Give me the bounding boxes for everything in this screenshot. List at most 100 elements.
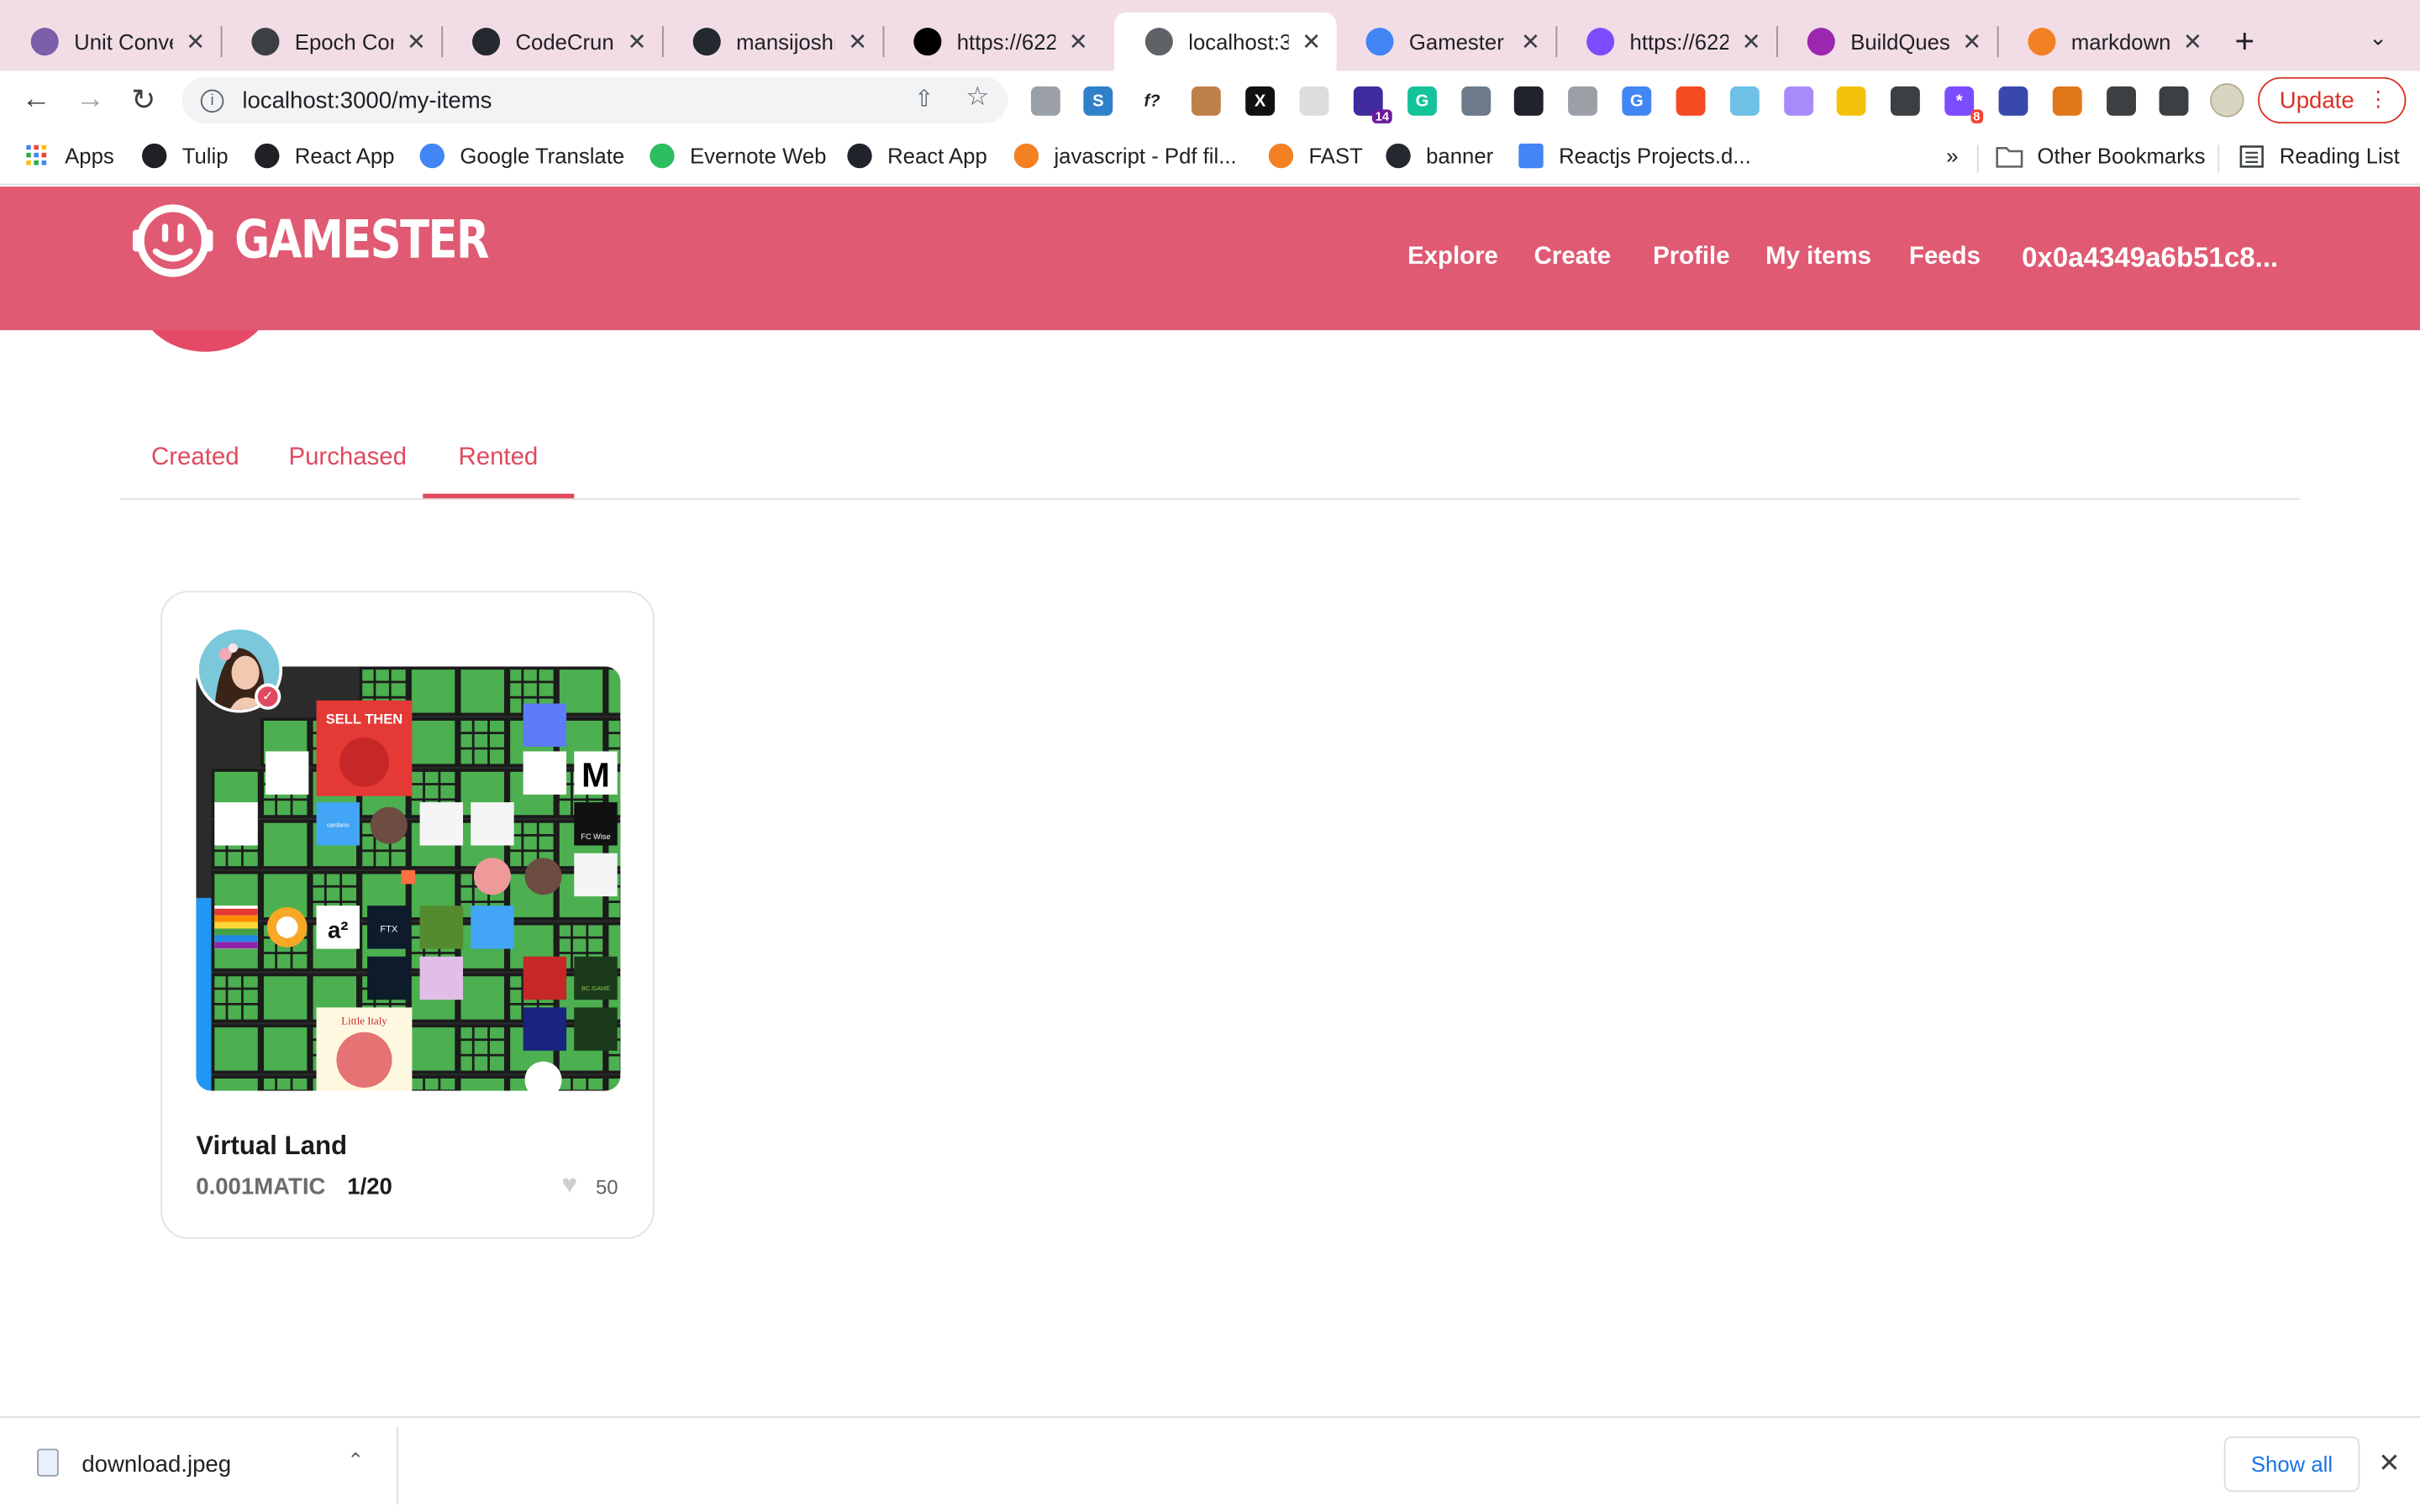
site-logo[interactable]: GAMESTER (129, 201, 544, 281)
x-ext-icon[interactable]: X (1245, 86, 1276, 116)
bc-game-label: BC.GAME (581, 984, 610, 992)
land-parcel (260, 1024, 311, 1074)
lighthouse-ext-icon[interactable] (1676, 86, 1706, 116)
wave-ext-icon[interactable] (1729, 86, 1760, 116)
broom-ext-icon[interactable] (1836, 86, 1866, 116)
tab-purchased[interactable]: Purchased (288, 444, 407, 472)
bookmark-label: React App (887, 143, 987, 169)
browser-tab[interactable]: CodeCrunch ✕ (441, 13, 662, 71)
share-icon[interactable]: ⇧ (914, 85, 934, 113)
item-card[interactable]: SELL THEN M FC Wise cardano a² FTX BC.GAME Litt… (160, 591, 655, 1239)
tab-close-icon[interactable]: ✕ (1521, 28, 1540, 55)
browser-tab[interactable]: Epoch Conv ✕ (221, 13, 442, 71)
heart-icon[interactable]: ♥ (562, 1169, 578, 1200)
edit-ext-icon[interactable] (1890, 86, 1920, 116)
formula-ext-icon[interactable]: f? (1137, 86, 1167, 116)
browser-tab[interactable]: Unit Conver ✕ (0, 13, 221, 71)
map-ext-icon[interactable] (1998, 86, 2028, 116)
bookmark-item[interactable]: Google Translate (419, 143, 624, 169)
nav-feeds[interactable]: Feeds (1909, 244, 1981, 271)
portrait-tile (370, 806, 408, 844)
forward-arrow-icon[interactable]: → (76, 83, 105, 117)
browser-tab[interactable]: https://622 ✕ (883, 13, 1104, 71)
bookmark-star-icon[interactable]: ☆ (965, 81, 989, 113)
tab-close-icon[interactable]: ✕ (1302, 28, 1321, 55)
tab-close-icon[interactable]: ✕ (1069, 28, 1088, 55)
rainbow-stripe (214, 942, 258, 949)
site-info-icon[interactable]: i (200, 88, 224, 113)
item-image[interactable]: SELL THEN M FC Wise cardano a² FTX BC.GAME Litt… (196, 666, 621, 1091)
show-all-downloads-button[interactable]: Show all (2223, 1436, 2360, 1493)
browser-tab[interactable]: BuildQuest ✕ (1776, 13, 1997, 71)
tab-close-icon[interactable]: ✕ (1962, 28, 1981, 55)
hat-ext-icon[interactable]: 14 (1353, 86, 1392, 123)
new-tab-plus-icon[interactable]: + (2235, 22, 2255, 62)
bookmarks-overflow-button[interactable]: » (1946, 144, 1958, 168)
wallet-address[interactable]: 0x0a4349a6b51c8... (2022, 242, 2278, 275)
reload-icon[interactable]: ↻ (131, 83, 155, 118)
bookmark-item[interactable]: Apps (24, 143, 114, 169)
bookmark-item[interactable]: Reactjs Projects.d... (1518, 143, 1751, 169)
browser-tab[interactable]: https://622 ✕ (1555, 13, 1776, 71)
item-title: Virtual Land (196, 1131, 348, 1161)
bookmark-item[interactable]: React App (255, 143, 394, 169)
nav-profile[interactable]: Profile (1653, 244, 1729, 271)
update-button[interactable]: Update ⋮ (2258, 76, 2407, 123)
download-file-name[interactable]: download.jpeg (82, 1452, 231, 1478)
bookmark-item[interactable]: javascript - Pdf fil... (1013, 143, 1237, 169)
land-parcel (260, 973, 311, 1023)
browser-tab[interactable]: localhost:3 ✕ (1114, 12, 1337, 71)
bookmark-item[interactable]: Evernote Web (650, 143, 827, 169)
browser-tab[interactable]: mansijoshi1 ✕ (662, 13, 883, 71)
translate-ext-icon[interactable]: G (1622, 86, 1652, 116)
globe-ext-icon[interactable] (1030, 86, 1060, 116)
nav-create[interactable]: Create (1534, 244, 1611, 271)
nav-my-items[interactable]: My items (1765, 244, 1871, 271)
media-ext-icon[interactable] (2159, 86, 2189, 116)
tab-close-icon[interactable]: ✕ (186, 28, 205, 55)
tab-close-icon[interactable]: ✕ (2183, 28, 2202, 55)
ruler-ext-icon[interactable] (1191, 86, 1221, 116)
tab-close-icon[interactable]: ✕ (848, 28, 867, 55)
image-file-icon (37, 1448, 59, 1477)
bookmark-item[interactable]: banner (1386, 143, 1493, 169)
puzzle-ext-icon[interactable] (2107, 86, 2136, 116)
profile-avatar[interactable] (2210, 83, 2244, 118)
ring-ext-icon[interactable] (1299, 86, 1329, 116)
dropper-ext-icon[interactable] (1461, 86, 1491, 116)
nav-explore[interactable]: Explore (1407, 244, 1498, 271)
tab-close-icon[interactable]: ✕ (1742, 28, 1761, 55)
metamask-ext-icon[interactable] (2052, 86, 2082, 116)
asterisk-ext-icon[interactable]: * 8 (1944, 86, 1984, 123)
browser-tab[interactable]: Gamester - ✕ (1335, 13, 1556, 71)
browser-tab[interactable]: markdown - ✕ (1997, 13, 2218, 71)
land-parcel (260, 1075, 311, 1091)
bookmark-item[interactable]: FAST (1268, 143, 1363, 169)
land-parcel (605, 666, 621, 717)
items-tab-bar: Created Purchased Rented (120, 417, 2300, 501)
bookmark-label: Evernote Web (690, 143, 827, 169)
address-bar[interactable]: i ⇧ ☆ (182, 76, 1008, 123)
other-bookmarks-folder[interactable]: Other Bookmarks (1996, 144, 2206, 168)
camera-ext-icon[interactable] (1568, 86, 1597, 116)
url-input[interactable] (242, 87, 860, 113)
tab-close-icon[interactable]: ✕ (407, 28, 426, 55)
chevron-up-icon[interactable]: ⌃ (347, 1449, 364, 1473)
bookmark-item[interactable]: React App (847, 143, 987, 169)
globe-favicon (1144, 28, 1173, 56)
tab-created[interactable]: Created (151, 444, 239, 472)
bookmark-label: Apps (65, 143, 114, 169)
tab-rented[interactable]: Rented (458, 444, 538, 472)
back-arrow-icon[interactable]: ← (22, 83, 51, 117)
grammarly-ext-icon[interactable]: G (1407, 86, 1437, 116)
close-icon[interactable]: ✕ (2378, 1449, 2400, 1480)
more-menu-icon[interactable]: ⋮ (2367, 87, 2389, 113)
reading-list-button[interactable]: Reading List (2239, 144, 2400, 168)
react-devtools-ext-icon[interactable] (1513, 86, 1544, 116)
tab-search-chevron-icon[interactable]: ⌄ (2369, 24, 2387, 50)
tab-close-icon[interactable]: ✕ (627, 28, 646, 55)
pen-ext-icon[interactable] (1784, 86, 1814, 116)
frog-face (339, 737, 389, 787)
bookmark-item[interactable]: Tulip (141, 143, 229, 169)
s-ext-icon[interactable]: S (1083, 86, 1113, 116)
